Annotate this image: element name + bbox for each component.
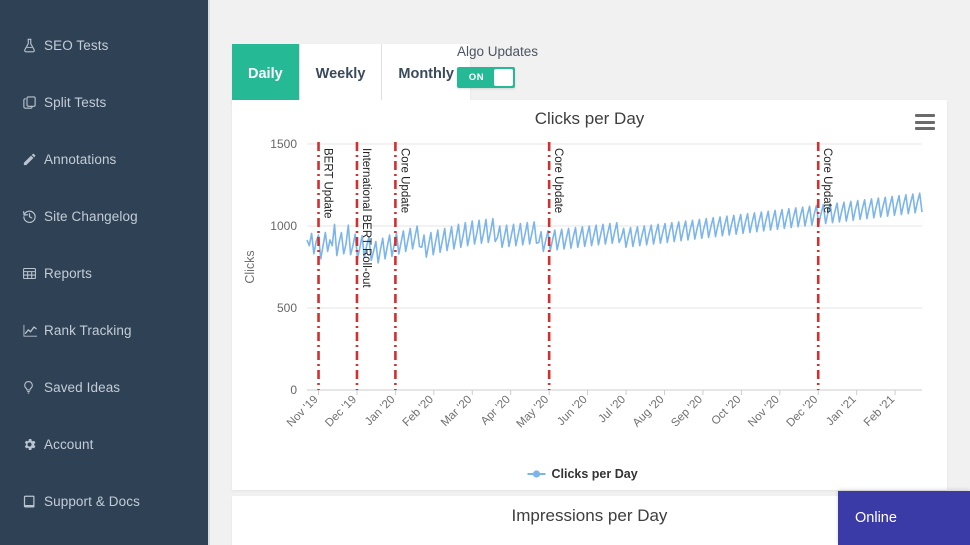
sidebar: SEO Tests Split Tests Annotations Site C… bbox=[0, 0, 208, 545]
sidebar-item-annotations[interactable]: Annotations bbox=[0, 144, 208, 174]
sidebar-item-label: Split Tests bbox=[44, 94, 107, 110]
chart-title: Clicks per Day bbox=[534, 109, 645, 128]
sidebar-item-split-tests[interactable]: Split Tests bbox=[0, 87, 208, 117]
x-tick-label: Dec '20 bbox=[785, 394, 821, 430]
history-icon bbox=[22, 209, 44, 224]
copy-icon bbox=[22, 95, 44, 110]
annotation-label: Core Update bbox=[552, 148, 564, 213]
algo-updates-toggle[interactable]: ON bbox=[457, 67, 515, 88]
sidebar-item-label: Account bbox=[44, 436, 94, 452]
annotation-label: International BERT Roll-out bbox=[360, 148, 372, 288]
chat-status-label: Online bbox=[855, 510, 897, 526]
y-tick-label: 1500 bbox=[270, 137, 297, 151]
hamburger-menu-icon[interactable] bbox=[915, 114, 935, 130]
sidebar-item-label: Reports bbox=[44, 265, 92, 281]
x-tick-label: Jun '20 bbox=[555, 394, 589, 428]
sidebar-item-label: Saved Ideas bbox=[44, 379, 121, 395]
x-tick-label: Nov '19 bbox=[285, 394, 321, 430]
x-tick-label: Aug '20 bbox=[631, 394, 667, 430]
x-tick-label: Jan '20 bbox=[363, 394, 397, 428]
y-tick-label: 1000 bbox=[270, 219, 297, 233]
main-content: Daily Weekly Monthly Algo Updates ON Cli… bbox=[210, 0, 970, 545]
algo-updates-control: Algo Updates ON bbox=[457, 44, 627, 88]
sidebar-item-label: Annotations bbox=[44, 151, 117, 167]
x-tick-label: May '20 bbox=[515, 394, 552, 431]
sidebar-item-account[interactable]: Account bbox=[0, 429, 208, 459]
sidebar-item-rank-tracking[interactable]: Rank Tracking bbox=[0, 315, 208, 345]
sidebar-item-saved-ideas[interactable]: Saved Ideas bbox=[0, 372, 208, 402]
tab-daily[interactable]: Daily bbox=[232, 44, 300, 104]
lightbulb-icon bbox=[22, 380, 44, 395]
sidebar-item-site-changelog[interactable]: Site Changelog bbox=[0, 201, 208, 231]
x-tick-label: Feb '21 bbox=[862, 394, 897, 429]
x-tick-label: Jan '21 bbox=[824, 394, 858, 428]
sidebar-item-seo-tests[interactable]: SEO Tests bbox=[0, 30, 208, 60]
x-tick-label: Oct '20 bbox=[709, 394, 743, 428]
x-tick-label: Sep '20 bbox=[669, 394, 705, 430]
table-icon bbox=[22, 266, 44, 281]
x-tick-label: Mar '20 bbox=[439, 394, 474, 429]
annotation-label: Core Update bbox=[398, 148, 410, 213]
y-tick-label: 0 bbox=[290, 383, 297, 397]
x-tick-label: Nov '20 bbox=[746, 394, 782, 430]
x-tick-label: Apr '20 bbox=[479, 394, 513, 428]
gear-icon bbox=[22, 437, 44, 452]
x-tick-label: Jul '20 bbox=[596, 394, 628, 426]
sidebar-item-label: Site Changelog bbox=[44, 208, 138, 224]
toggle-knob bbox=[494, 69, 513, 86]
clicks-chart-plot[interactable]: 050010001500ClicksNov '19 Dec '19 Jan '20 F… bbox=[232, 134, 947, 490]
annotation-label: BERT Update bbox=[322, 148, 334, 219]
legend-marker bbox=[532, 470, 541, 478]
sidebar-item-reports[interactable]: Reports bbox=[0, 258, 208, 288]
y-axis-title: Clicks bbox=[243, 250, 257, 283]
sidebar-item-label: Rank Tracking bbox=[44, 322, 132, 338]
tab-label: Monthly bbox=[398, 66, 454, 82]
interval-tabs: Daily Weekly Monthly bbox=[232, 44, 470, 104]
x-tick-label: Dec '19 bbox=[323, 394, 359, 430]
sidebar-item-label: SEO Tests bbox=[44, 37, 109, 53]
online-chat-widget[interactable]: Online bbox=[838, 491, 970, 545]
app-root: SEO Tests Split Tests Annotations Site C… bbox=[0, 0, 970, 545]
pencil-icon bbox=[22, 152, 44, 167]
clicks-chart-card: Clicks per Day 0 500 1000 1500 Clicks Nov '19… bbox=[232, 100, 947, 490]
x-tick-label: Feb '20 bbox=[401, 394, 436, 429]
tab-label: Weekly bbox=[315, 66, 366, 82]
y-tick-label: 500 bbox=[277, 301, 297, 315]
legend-label[interactable]: Clicks per Day bbox=[552, 467, 638, 481]
tab-weekly[interactable]: Weekly bbox=[299, 44, 383, 104]
flask-icon bbox=[22, 38, 44, 53]
annotation-label: Core Update bbox=[821, 148, 833, 213]
algo-updates-label: Algo Updates bbox=[457, 44, 539, 59]
chart-line-icon bbox=[22, 323, 44, 338]
book-icon bbox=[22, 494, 44, 509]
sidebar-item-support-and-docs[interactable]: Support & Docs bbox=[0, 486, 208, 516]
tab-label: Daily bbox=[248, 66, 283, 82]
sidebar-item-label: Support & Docs bbox=[44, 493, 140, 509]
toggle-state-label: ON bbox=[468, 72, 485, 83]
